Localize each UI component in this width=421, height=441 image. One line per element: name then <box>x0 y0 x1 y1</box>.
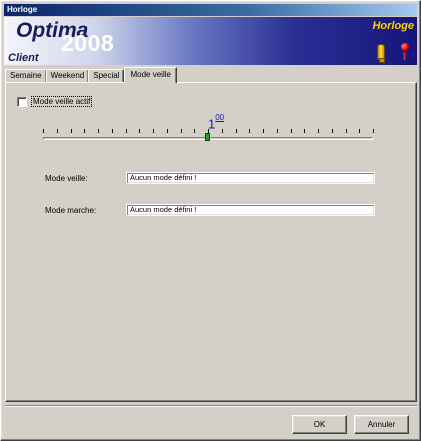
tab-semaine[interactable]: Semaine <box>5 69 47 83</box>
slider-tick <box>194 129 195 133</box>
ok-button[interactable]: OK <box>292 415 347 434</box>
slider-tick <box>291 129 292 133</box>
sleep-mode-label: Mode veille: <box>45 174 88 183</box>
logo-year: 2008 <box>61 30 115 56</box>
sleep-mode-checkbox-label[interactable]: Mode veille actif <box>31 96 93 107</box>
slider-tick <box>236 129 237 133</box>
logo-subtitle: Client <box>8 52 39 64</box>
sleep-mode-checkbox-row[interactable]: Mode veille actif <box>17 96 93 107</box>
slider-tick <box>222 129 223 133</box>
run-mode-field[interactable]: Aucun mode défini ! <box>126 204 375 216</box>
slider-tick <box>139 129 140 133</box>
tab-weekend[interactable]: Weekend <box>45 69 90 83</box>
slider-tick <box>332 129 333 133</box>
sleep-slider[interactable] <box>41 127 375 141</box>
window-title: Horloge <box>7 5 38 14</box>
slider-tick <box>181 129 182 133</box>
slider-tick <box>359 129 360 133</box>
slider-tick <box>318 129 319 133</box>
bulb-icon <box>377 44 385 63</box>
slider-tick <box>373 129 374 133</box>
footer-divider <box>5 405 417 407</box>
slider-tick <box>263 129 264 133</box>
tab-mode-veille[interactable]: Mode veille <box>124 67 177 83</box>
slider-tick <box>112 129 113 133</box>
slider-tick <box>208 129 209 133</box>
slider-thumb[interactable] <box>205 133 210 141</box>
banner: Optima 2008 Client Horloge <box>4 17 417 65</box>
tab-special[interactable]: Special <box>88 69 125 83</box>
slider-tick <box>98 129 99 133</box>
slider-tick <box>84 129 85 133</box>
slider-tick <box>346 129 347 133</box>
cancel-button[interactable]: Annuler <box>354 415 409 434</box>
slider-tick <box>277 129 278 133</box>
sleep-mode-field[interactable]: Aucun mode défini ! <box>126 172 375 184</box>
slider-tick <box>71 129 72 133</box>
app-name: Horloge <box>372 20 414 32</box>
alert-icon <box>400 43 410 61</box>
tab-strip: Semaine Weekend Special Mode veille <box>5 67 177 83</box>
sleep-mode-checkbox[interactable] <box>17 96 27 107</box>
slider-tick <box>153 129 154 133</box>
title-bar[interactable]: Horloge <box>4 4 417 16</box>
run-mode-label: Mode marche: <box>45 206 97 215</box>
slider-tick <box>43 129 44 133</box>
slider-tick <box>249 129 250 133</box>
slider-tick <box>126 129 127 133</box>
slider-tick <box>304 129 305 133</box>
slider-value-sup: 00 <box>215 113 225 122</box>
slider-tick <box>167 129 168 133</box>
dialog-window: Horloge Optima 2008 Client Horloge Semai… <box>0 0 421 441</box>
slider-tick <box>57 129 58 133</box>
